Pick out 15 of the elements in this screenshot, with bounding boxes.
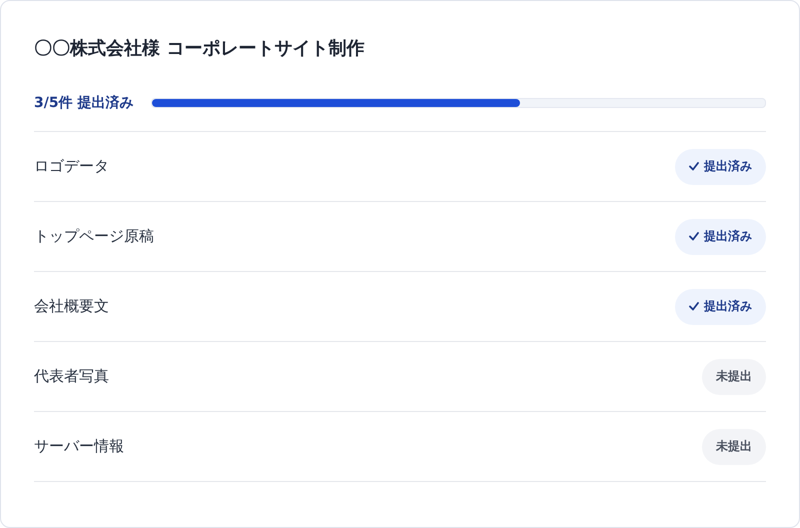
- pending-badge: 未提出: [702, 428, 766, 464]
- submitted-badge: 提出済み: [675, 288, 766, 324]
- item-name: ロゴデータ: [34, 157, 109, 176]
- pending-badge: 未提出: [702, 358, 766, 394]
- progress-label: 3/5件 提出済み: [34, 94, 134, 112]
- project-title: 〇〇株式会社様 コーポレートサイト制作: [34, 37, 366, 61]
- check-icon: [689, 232, 699, 241]
- check-icon: [689, 162, 699, 171]
- submitted-badge: 提出済み: [675, 148, 766, 184]
- item-name: 代表者写真: [34, 367, 109, 386]
- submitted-badge: 提出済み: [675, 218, 766, 254]
- item-name: トップページ原稿: [34, 227, 154, 246]
- item-name: 会社概要文: [34, 297, 109, 316]
- item-name: サーバー情報: [34, 437, 124, 456]
- check-icon: [689, 302, 699, 311]
